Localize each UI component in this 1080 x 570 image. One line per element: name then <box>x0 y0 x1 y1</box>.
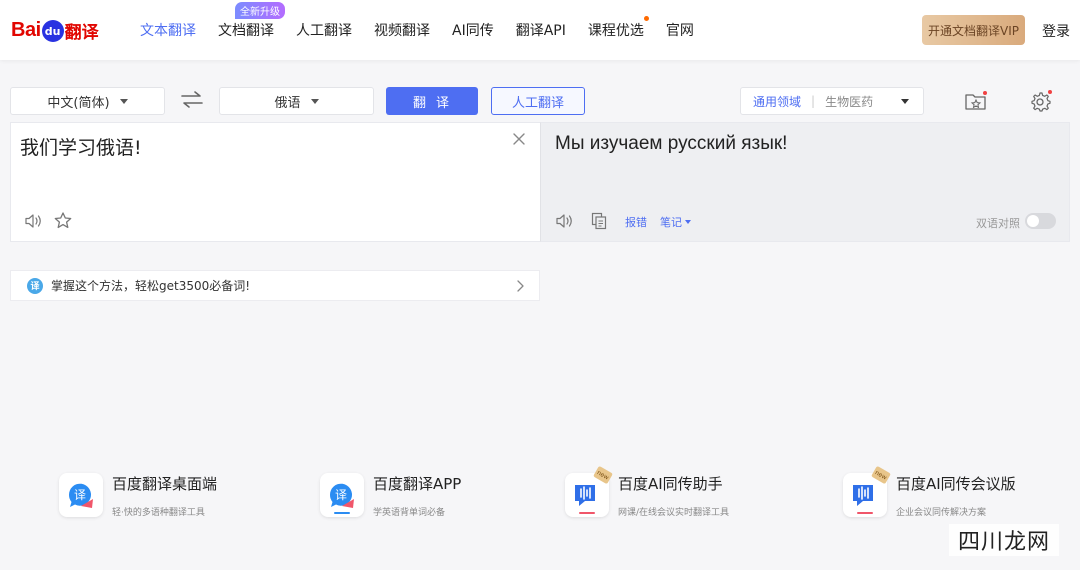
notes-dropdown[interactable]: 笔记 <box>660 214 691 230</box>
tip-text: 掌握这个方法，轻松get3500必备词! <box>51 279 251 293</box>
site-watermark: 四川龙网 <box>949 524 1059 556</box>
nav-doc-translate-label: 文档翻译 <box>218 23 274 39</box>
product-title: 百度翻译桌面端 <box>112 475 218 493</box>
chevron-down-icon <box>119 98 128 104</box>
nav-courses-label: 课程优选 <box>587 23 644 39</box>
fanyi-app-icon: 译 <box>59 473 103 517</box>
nav-video-translate[interactable]: 视频翻译 <box>374 20 430 40</box>
product-title: 百度AI同传助手 <box>618 475 723 493</box>
notification-dot <box>643 16 649 21</box>
chevron-down-icon <box>901 99 909 104</box>
product-ai-meeting[interactable]: new 百度AI同传会议版 企业会议同传解决方案 <box>843 465 1073 523</box>
nav-official-site[interactable]: 官网 <box>666 20 694 40</box>
bilingual-label: 双语对照 <box>976 217 1020 230</box>
speaker-icon[interactable] <box>24 213 42 229</box>
product-desc: 网课/在线会议实时翻译工具 <box>618 508 730 518</box>
domain-general[interactable]: 通用领域 <box>753 93 801 110</box>
nav-text-translate[interactable]: 文本翻译 <box>140 20 196 40</box>
nav-doc-translate[interactable]: 全新升级 文档翻译 <box>218 2 285 40</box>
nav-human-translate[interactable]: 人工翻译 <box>296 20 352 40</box>
product-desc: 学英语背单词必备 <box>373 508 446 518</box>
logo-fanyi-text: 翻译 <box>64 22 99 43</box>
favorites-folder-icon[interactable] <box>964 90 988 112</box>
tip-banner[interactable]: 译 掌握这个方法，轻松get3500必备词! <box>10 270 540 301</box>
source-language-label: 中文(简体) <box>47 95 110 111</box>
product-desc: 轻·快的多语种翻译工具 <box>112 508 205 518</box>
target-language-label: 俄语 <box>274 95 301 111</box>
logo-paw-icon: du <box>41 20 64 42</box>
chevron-down-icon <box>310 98 319 104</box>
human-translate-button[interactable]: 人工翻译 <box>491 87 585 115</box>
close-icon[interactable] <box>511 131 527 147</box>
source-input-panel[interactable]: 我们学习俄语! <box>10 122 540 242</box>
notes-label: 笔记 <box>660 216 682 229</box>
nav-ai-interpret[interactable]: AI同传 <box>452 20 494 40</box>
caret-down-icon <box>685 220 691 224</box>
star-icon[interactable] <box>53 211 73 231</box>
source-language-select[interactable]: 中文(简体) <box>10 87 165 115</box>
product-title: 百度AI同传会议版 <box>896 475 1016 493</box>
domain-biomed[interactable]: 生物医药 <box>825 93 873 110</box>
settings-gear-icon[interactable] <box>1029 89 1053 113</box>
translate-button[interactable]: 翻译 <box>386 87 478 115</box>
copy-icon[interactable] <box>591 212 607 230</box>
top-header: Bai du 翻译 文本翻译 全新升级 文档翻译 人工翻译 视频翻译 AI同传 … <box>0 0 1080 60</box>
chevron-right-icon <box>517 280 524 292</box>
product-app[interactable]: 译 百度翻译APP 学英语背单词必备 <box>320 473 550 523</box>
open-vip-button[interactable]: 开通文档翻译VIP <box>922 15 1025 45</box>
new-upgrade-badge: 全新升级 <box>235 2 285 19</box>
domain-select[interactable]: 通用领域 | 生物医药 <box>740 87 924 115</box>
swap-languages-icon[interactable] <box>178 88 206 112</box>
translation-output-panel: Мы изучаем русский язык! 报错 笔记 双语对照 <box>540 122 1070 242</box>
product-desktop[interactable]: 译 百度翻译桌面端 轻·快的多语种翻译工具 <box>59 473 289 523</box>
product-title: 百度翻译APP <box>373 475 462 493</box>
product-ai-assistant[interactable]: new 百度AI同传助手 网课/在线会议实时翻译工具 <box>565 465 815 523</box>
main-nav: 文本翻译 全新升级 文档翻译 人工翻译 视频翻译 AI同传 翻译API 课程优选… <box>140 0 716 60</box>
target-language-select[interactable]: 俄语 <box>219 87 374 115</box>
nav-courses[interactable]: 课程优选 <box>587 16 649 40</box>
nav-translate-api[interactable]: 翻译API <box>516 20 566 40</box>
bilingual-toggle[interactable] <box>1025 213 1056 229</box>
login-link[interactable]: 登录 <box>1042 21 1070 41</box>
fanyi-app-icon: 译 <box>320 473 364 517</box>
product-desc: 企业会议同传解决方案 <box>896 508 987 518</box>
svg-text:译: 译 <box>335 488 347 502</box>
speaker-icon[interactable] <box>555 213 573 229</box>
baidu-fanyi-logo[interactable]: Bai du 翻译 <box>11 14 99 46</box>
report-error-link[interactable]: 报错 <box>625 214 647 230</box>
translated-text: Мы изучаем русский язык! <box>555 133 788 154</box>
domain-divider: | <box>811 94 816 108</box>
source-text[interactable]: 我们学习俄语! <box>20 133 142 160</box>
svg-text:译: 译 <box>74 488 86 502</box>
translate-badge-icon: 译 <box>27 277 43 294</box>
logo-bai-text: Bai <box>11 18 41 41</box>
